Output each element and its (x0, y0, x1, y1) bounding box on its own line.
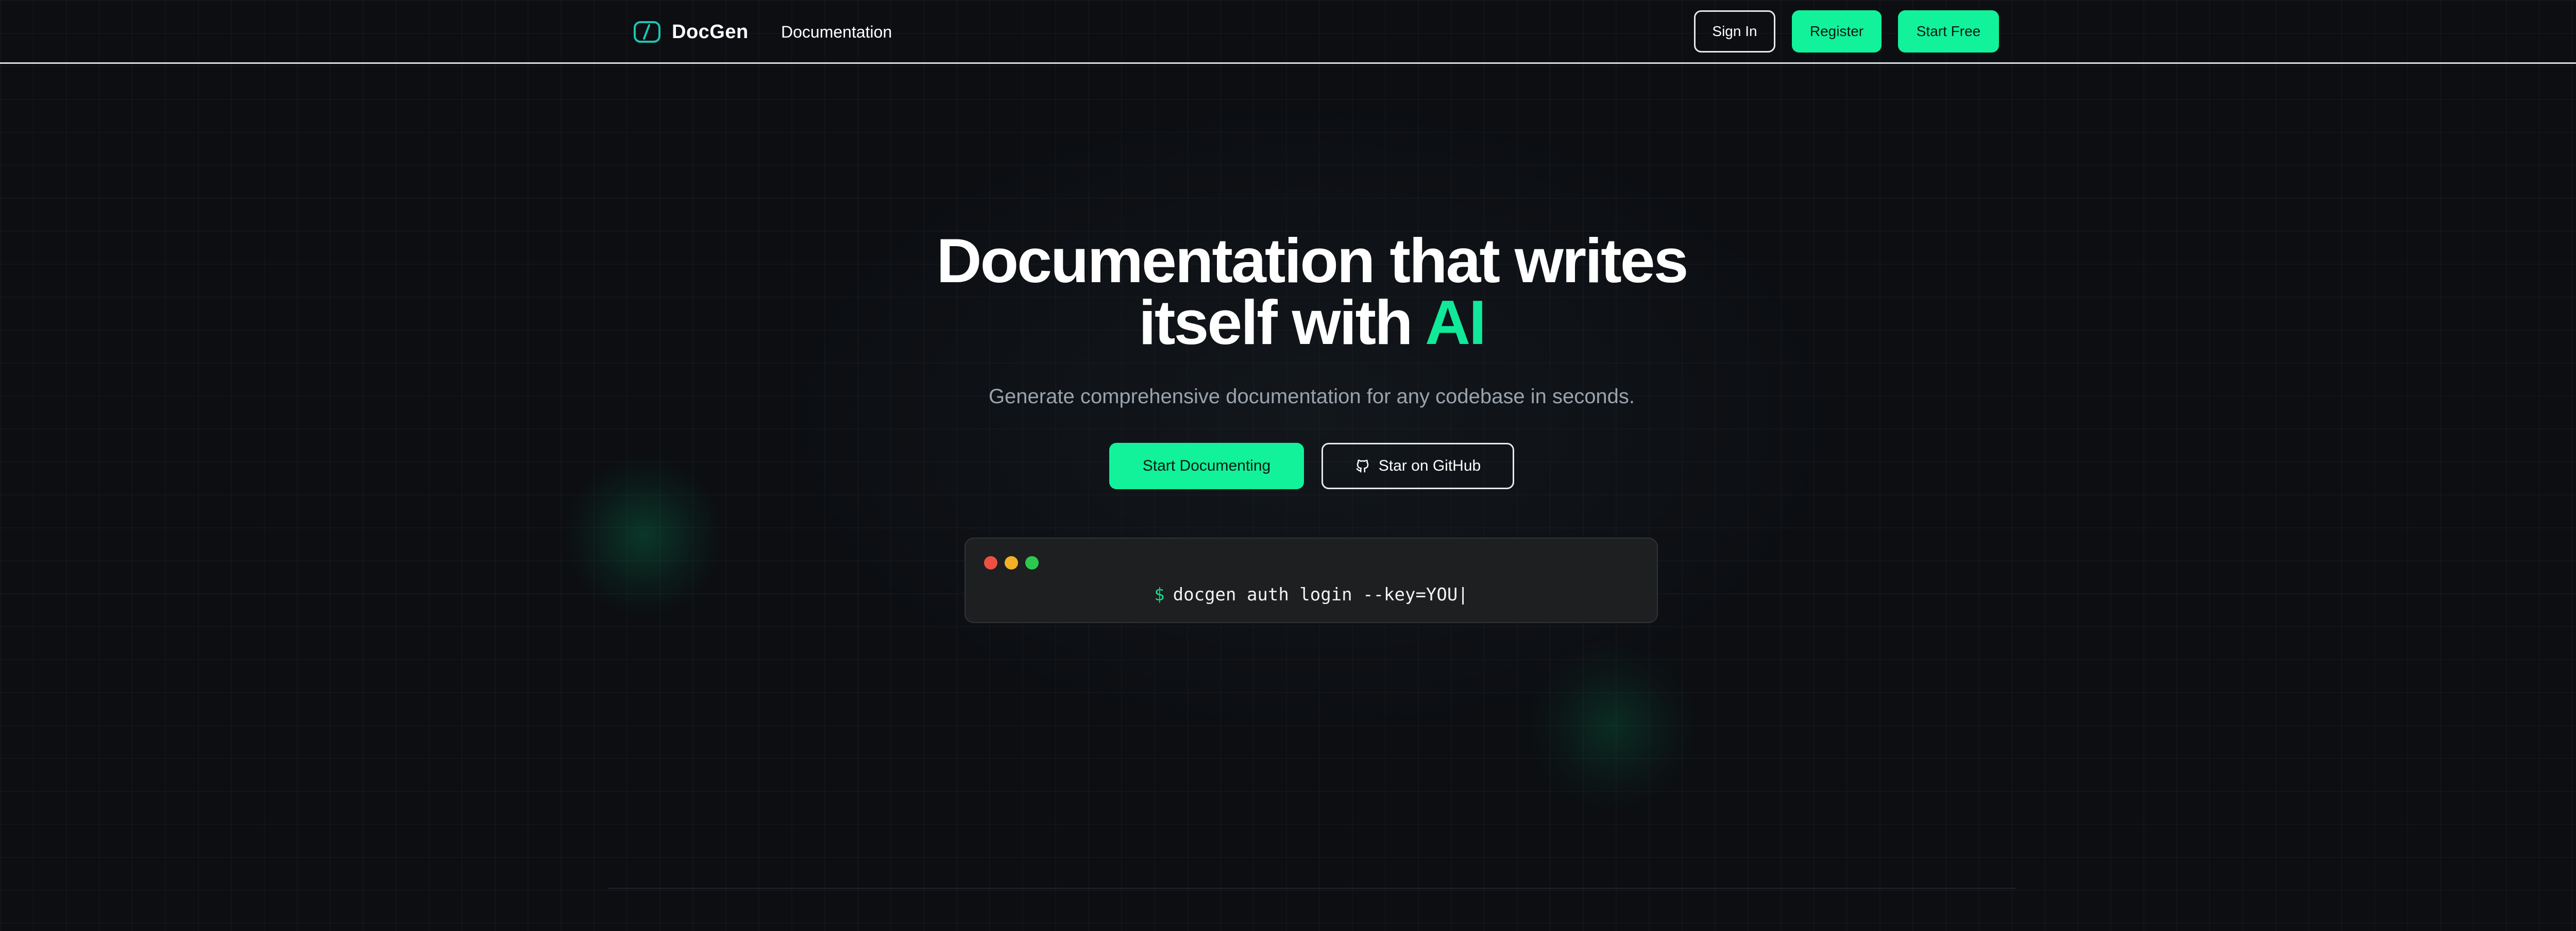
section-divider (608, 888, 2015, 889)
landing-page: DocGen Documentation Sign In Register St… (0, 0, 2576, 931)
start-documenting-button[interactable]: Start Documenting (1109, 443, 1304, 489)
star-on-github-label: Star on GitHub (1378, 457, 1481, 474)
github-icon (1356, 459, 1369, 473)
terminal-minimize-dot (1005, 556, 1018, 570)
nav-link-documentation[interactable]: Documentation (781, 21, 892, 43)
hero-title-line1: Documentation that writes (936, 226, 1689, 296)
top-navbar: DocGen Documentation Sign In Register St… (0, 0, 2576, 64)
hero-title: Documentation that writes itself with AI (0, 229, 2576, 354)
hero-title-accent: AI (1425, 287, 1486, 357)
brand-name: DocGen (672, 21, 749, 43)
brand-logo-link[interactable]: DocGen (634, 18, 749, 46)
terminal-close-dot (984, 556, 997, 570)
header-actions: Sign In Register Start Free (1694, 10, 1999, 53)
terminal-window-controls (984, 556, 1039, 570)
terminal-prompt: $ (1154, 584, 1165, 605)
terminal-maximize-dot (1025, 556, 1039, 570)
sign-in-button[interactable]: Sign In (1694, 10, 1775, 53)
terminal-command: docgen auth login --key=YOU| (1173, 584, 1468, 605)
register-button[interactable]: Register (1792, 10, 1882, 53)
star-on-github-button[interactable]: Star on GitHub (1321, 443, 1514, 489)
terminal-command-line: $ docgen auth login --key=YOU| (965, 582, 1657, 608)
code-brackets-icon (634, 21, 660, 43)
start-free-button[interactable]: Start Free (1898, 10, 1999, 53)
decorative-glow-right (1525, 639, 1700, 814)
hero-cta-row: Start Documenting Star on GitHub (0, 443, 2576, 489)
hero-subtitle: Generate comprehensive documentation for… (988, 385, 1635, 408)
terminal-window: $ docgen auth login --key=YOU| (964, 538, 1658, 623)
hero-title-line2: itself with (1139, 287, 1413, 357)
